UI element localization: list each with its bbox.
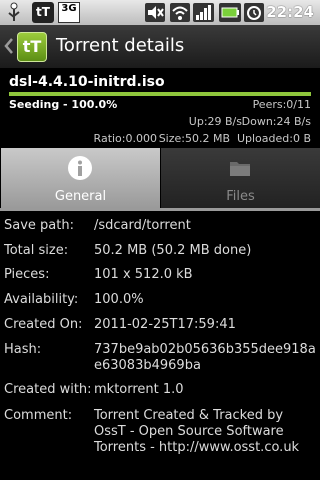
page-title: Torrent details bbox=[56, 35, 185, 56]
back-chevron-icon[interactable] bbox=[3, 34, 15, 58]
detail-key: Comment: bbox=[4, 408, 73, 423]
torrent-name: dsl-4.4.10-initrd.iso bbox=[9, 74, 165, 90]
signal-icon bbox=[193, 3, 214, 22]
network-type-label: 3G bbox=[61, 3, 77, 14]
detail-value: 100.0% bbox=[94, 292, 144, 307]
share-ratio: Ratio:0.000 bbox=[93, 132, 157, 145]
detail-value: 2011-02-25T17:59:41 bbox=[94, 317, 236, 332]
torrent-status: Seeding - 100.0% bbox=[9, 98, 118, 111]
uploaded-amount: Uploaded:0 B bbox=[236, 132, 311, 145]
alarm-icon bbox=[244, 3, 264, 22]
detail-value: Torrent Created & Tracked by OssT - Open… bbox=[94, 408, 300, 455]
detail-value: 50.2 MB (50.2 MB done) bbox=[94, 243, 252, 258]
detail-value: /sdcard/torrent bbox=[94, 218, 191, 233]
tab-files[interactable]: Files bbox=[161, 148, 320, 208]
upload-speed: Up:29 B/s bbox=[188, 115, 242, 128]
muted-icon bbox=[145, 3, 165, 22]
status-clock: 22:24 bbox=[266, 3, 314, 21]
tab-general-label: General bbox=[54, 189, 107, 204]
tab-bar: General Files bbox=[0, 148, 320, 208]
progress-bar bbox=[9, 92, 311, 96]
detail-key: Created On: bbox=[4, 317, 83, 332]
download-speed: Down:24 B/s bbox=[241, 115, 311, 128]
wifi-icon bbox=[170, 3, 190, 22]
ttorrent-notification-icon: tT bbox=[32, 2, 54, 23]
title-bar: tT Torrent details bbox=[0, 25, 320, 69]
tab-general[interactable]: General bbox=[1, 148, 160, 208]
general-details: Save path: /sdcard/torrent Total size: 5… bbox=[0, 211, 320, 480]
peers-count: Peers:0/11 bbox=[252, 98, 311, 111]
progress-fill bbox=[9, 92, 311, 96]
detail-value: 737be9ab02b05636b355dee918ae63083b4969ba bbox=[94, 342, 316, 373]
torrent-size: Size:50.2 MB bbox=[158, 132, 230, 145]
detail-key: Hash: bbox=[4, 342, 42, 357]
folder-icon bbox=[230, 162, 250, 176]
detail-key: Total size: bbox=[4, 243, 69, 258]
detail-value: 101 x 512.0 kB bbox=[94, 267, 193, 282]
detail-key: Availability: bbox=[4, 292, 79, 307]
detail-value: mktorrent 1.0 bbox=[94, 382, 184, 397]
info-icon bbox=[68, 156, 92, 180]
3g-icon: 3G bbox=[58, 2, 80, 23]
status-bar: tT 3G 22:24 bbox=[0, 0, 320, 25]
detail-key: Created with: bbox=[4, 382, 92, 397]
detail-key: Save path: bbox=[4, 218, 74, 233]
battery-icon bbox=[219, 3, 241, 22]
tab-files-label: Files bbox=[226, 189, 255, 204]
detail-key: Pieces: bbox=[4, 267, 50, 282]
app-logo[interactable]: tT bbox=[17, 32, 47, 62]
usb-icon bbox=[8, 2, 20, 21]
